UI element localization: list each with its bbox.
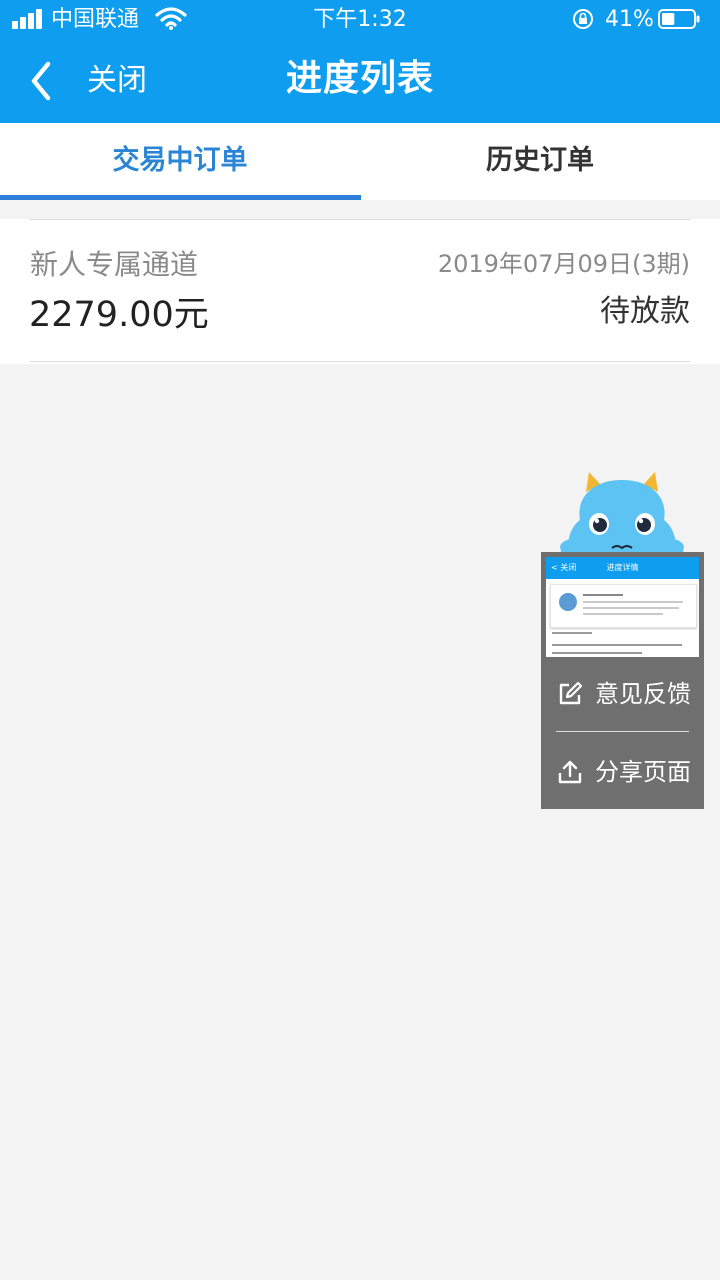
divider xyxy=(30,361,690,362)
tab-history-orders[interactable]: 历史订单 xyxy=(360,123,720,197)
section-gap xyxy=(0,200,720,219)
share-page-button[interactable]: 分享页面 xyxy=(541,742,704,802)
share-page-label: 分享页面 xyxy=(595,758,691,786)
thumbnail-logo xyxy=(559,593,577,611)
share-icon xyxy=(558,760,582,784)
order-date: 2019年07月09日(3期) xyxy=(437,250,690,278)
battery-percent: 41% xyxy=(605,7,654,32)
order-tabs: 交易中订单 历史订单 xyxy=(0,123,720,200)
rotation-lock-icon xyxy=(573,9,593,29)
thumbnail-title: 进度详情 xyxy=(606,563,639,572)
tab-trading-orders[interactable]: 交易中订单 xyxy=(0,123,360,197)
blue-monster-mascot-icon[interactable] xyxy=(556,468,688,558)
edit-icon xyxy=(559,681,583,705)
header: 中国联通 下午1:32 41% 关闭 进度列表 xyxy=(0,0,720,123)
feedback-button[interactable]: 意见反馈 xyxy=(541,664,704,724)
order-amount: 2279.00元 xyxy=(29,295,209,335)
status-bar: 中国联通 下午1:32 41% xyxy=(0,0,720,40)
order-name: 新人专属通道 xyxy=(30,248,199,281)
thumbnail-header: < 关闭 进度详情 xyxy=(546,557,699,579)
order-list-item[interactable]: 新人专属通道 2279.00元 2019年07月09日(3期) 待放款 xyxy=(0,219,720,364)
screen: 中国联通 下午1:32 41% 关闭 进度列表 交易中订单 历史订单 新人专属通… xyxy=(0,0,720,1280)
divider xyxy=(30,219,690,220)
feedback-widget: < 关闭 进度详情 意见反馈 分享页面 xyxy=(541,552,704,809)
nav-bar: 关闭 进度列表 xyxy=(0,40,720,123)
page-title: 进度列表 xyxy=(285,58,434,99)
thumbnail-card xyxy=(550,584,697,628)
page-screenshot-thumbnail[interactable]: < 关闭 进度详情 xyxy=(546,557,699,657)
divider xyxy=(556,731,689,732)
battery-icon xyxy=(658,9,700,29)
order-status: 待放款 xyxy=(600,294,690,329)
feedback-label: 意见反馈 xyxy=(595,680,691,708)
